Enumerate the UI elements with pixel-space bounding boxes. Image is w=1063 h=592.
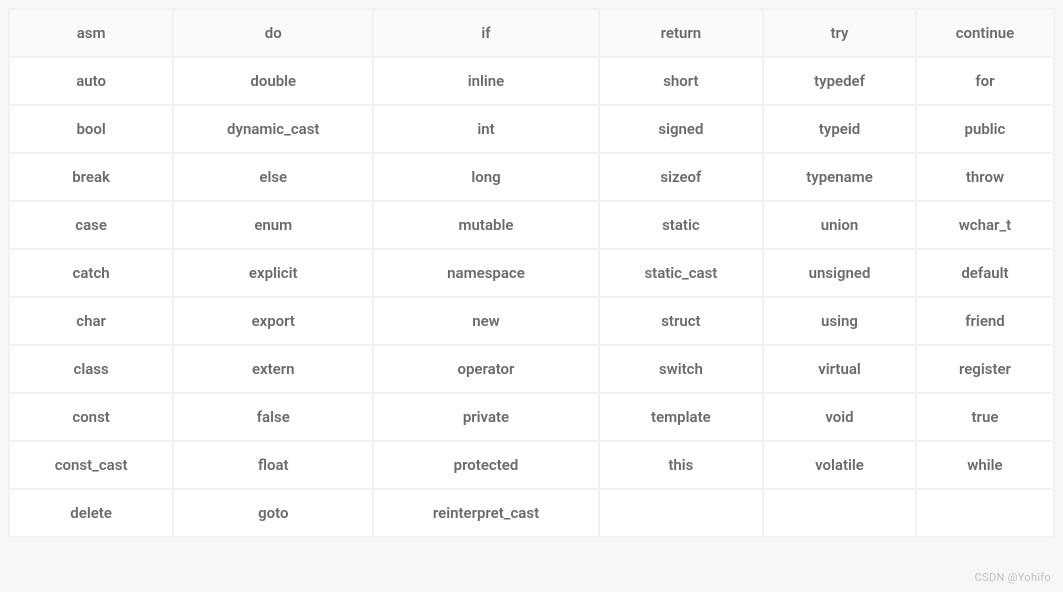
table-cell: unsigned <box>764 250 915 296</box>
table-cell: static_cast <box>600 250 762 296</box>
table-body: asm do if return try continue auto doubl… <box>10 10 1053 536</box>
table-cell: break <box>10 154 172 200</box>
table-cell: for <box>917 58 1053 104</box>
table-cell: double <box>174 58 372 104</box>
table-cell: explicit <box>174 250 372 296</box>
table-cell: sizeof <box>600 154 762 200</box>
table-cell: register <box>917 346 1053 392</box>
table-cell: delete <box>10 490 172 536</box>
table-cell: static <box>600 202 762 248</box>
table-cell: do <box>174 10 372 56</box>
table-cell: wchar_t <box>917 202 1053 248</box>
table-cell: mutable <box>374 202 597 248</box>
table-cell: friend <box>917 298 1053 344</box>
table-cell: catch <box>10 250 172 296</box>
table-cell: struct <box>600 298 762 344</box>
table-cell: throw <box>917 154 1053 200</box>
table-row: case enum mutable static union wchar_t <box>10 202 1053 248</box>
table-row: asm do if return try continue <box>10 10 1053 56</box>
table-row: class extern operator switch virtual reg… <box>10 346 1053 392</box>
table-cell: extern <box>174 346 372 392</box>
table-row: const_cast float protected this volatile… <box>10 442 1053 488</box>
table-cell: virtual <box>764 346 915 392</box>
table-cell: this <box>600 442 762 488</box>
table-cell: case <box>10 202 172 248</box>
table-cell: dynamic_cast <box>174 106 372 152</box>
table-cell: bool <box>10 106 172 152</box>
table-cell: new <box>374 298 597 344</box>
table-cell: try <box>764 10 915 56</box>
table-row: delete goto reinterpret_cast <box>10 490 1053 536</box>
table-cell: typename <box>764 154 915 200</box>
table-cell: asm <box>10 10 172 56</box>
table-cell: auto <box>10 58 172 104</box>
table-cell: long <box>374 154 597 200</box>
table-cell: const <box>10 394 172 440</box>
table-cell: continue <box>917 10 1053 56</box>
table-row: catch explicit namespace static_cast uns… <box>10 250 1053 296</box>
table-cell: union <box>764 202 915 248</box>
table-cell: return <box>600 10 762 56</box>
table-cell: namespace <box>374 250 597 296</box>
table-cell: float <box>174 442 372 488</box>
keywords-table: asm do if return try continue auto doubl… <box>8 8 1055 538</box>
table-cell: private <box>374 394 597 440</box>
table-cell: char <box>10 298 172 344</box>
table-cell: int <box>374 106 597 152</box>
table-cell: using <box>764 298 915 344</box>
table-cell <box>600 490 762 536</box>
table-cell: protected <box>374 442 597 488</box>
table-cell: template <box>600 394 762 440</box>
table-cell: class <box>10 346 172 392</box>
table-cell: typedef <box>764 58 915 104</box>
table-cell: switch <box>600 346 762 392</box>
table-cell: reinterpret_cast <box>374 490 597 536</box>
table-cell: volatile <box>764 442 915 488</box>
table-cell <box>917 490 1053 536</box>
table-cell: short <box>600 58 762 104</box>
table-cell: while <box>917 442 1053 488</box>
table-cell <box>764 490 915 536</box>
table-cell: default <box>917 250 1053 296</box>
table-cell: true <box>917 394 1053 440</box>
table-cell: enum <box>174 202 372 248</box>
table-cell: if <box>374 10 597 56</box>
table-cell: signed <box>600 106 762 152</box>
table-cell: typeid <box>764 106 915 152</box>
table-row: break else long sizeof typename throw <box>10 154 1053 200</box>
table-cell: public <box>917 106 1053 152</box>
table-row: bool dynamic_cast int signed typeid publ… <box>10 106 1053 152</box>
table-cell: operator <box>374 346 597 392</box>
table-cell: goto <box>174 490 372 536</box>
table-cell: else <box>174 154 372 200</box>
table-cell: void <box>764 394 915 440</box>
table-cell: const_cast <box>10 442 172 488</box>
table-row: auto double inline short typedef for <box>10 58 1053 104</box>
table-row: const false private template void true <box>10 394 1053 440</box>
table-row: char export new struct using friend <box>10 298 1053 344</box>
table-cell: export <box>174 298 372 344</box>
watermark: CSDN @Yohifo <box>975 571 1051 584</box>
table-cell: false <box>174 394 372 440</box>
table-cell: inline <box>374 58 597 104</box>
